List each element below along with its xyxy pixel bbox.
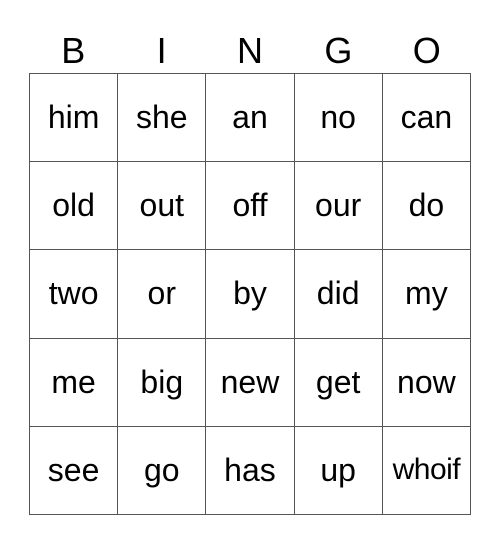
bingo-row: me big new get now xyxy=(28,337,472,427)
bingo-row: him she an no can xyxy=(28,72,472,163)
bingo-cell[interactable]: she xyxy=(117,72,207,163)
bingo-header: B I N G O xyxy=(29,28,471,73)
bingo-cell[interactable]: did xyxy=(293,249,383,339)
bingo-cell[interactable]: or xyxy=(117,249,207,339)
bingo-cell[interactable]: our xyxy=(293,161,383,251)
bingo-cell[interactable]: get xyxy=(293,337,383,427)
bingo-cell[interactable]: can xyxy=(381,72,472,163)
bingo-cell[interactable]: has xyxy=(205,425,295,516)
bingo-cell[interactable]: now xyxy=(381,337,472,427)
header-letter-b: B xyxy=(61,30,86,71)
bingo-cell[interactable]: new xyxy=(205,337,295,427)
header-letter-i: I xyxy=(156,30,167,71)
header-letter-g: G xyxy=(324,30,353,71)
bingo-cell[interactable]: big xyxy=(117,337,207,427)
bingo-cell[interactable]: see xyxy=(28,425,119,516)
header-letter-o: O xyxy=(412,30,441,71)
bingo-cell[interactable]: off xyxy=(205,161,295,251)
bingo-row: old out off our do xyxy=(28,161,472,251)
bingo-row: see go has up whoif xyxy=(28,425,472,516)
bingo-grid: him she an no can old out off our do two or by did my m… xyxy=(28,72,472,516)
bingo-cell[interactable]: go xyxy=(117,425,207,516)
bingo-cell[interactable]: my xyxy=(381,249,472,339)
bingo-cell[interactable]: out xyxy=(117,161,207,251)
bingo-cell[interactable]: an xyxy=(205,72,295,163)
bingo-cell[interactable]: up xyxy=(293,425,383,516)
bingo-row: two or by did my xyxy=(28,249,472,339)
bingo-cell[interactable]: by xyxy=(205,249,295,339)
bingo-cell[interactable]: no xyxy=(293,72,383,163)
bingo-cell[interactable]: whoif xyxy=(381,425,472,516)
bingo-cell[interactable]: me xyxy=(28,337,119,427)
bingo-cell[interactable]: do xyxy=(381,161,472,251)
bingo-cell[interactable]: two xyxy=(28,249,119,339)
bingo-cell[interactable]: old xyxy=(28,161,119,251)
bingo-cell[interactable]: him xyxy=(28,72,119,163)
header-letter-n: N xyxy=(236,30,263,71)
